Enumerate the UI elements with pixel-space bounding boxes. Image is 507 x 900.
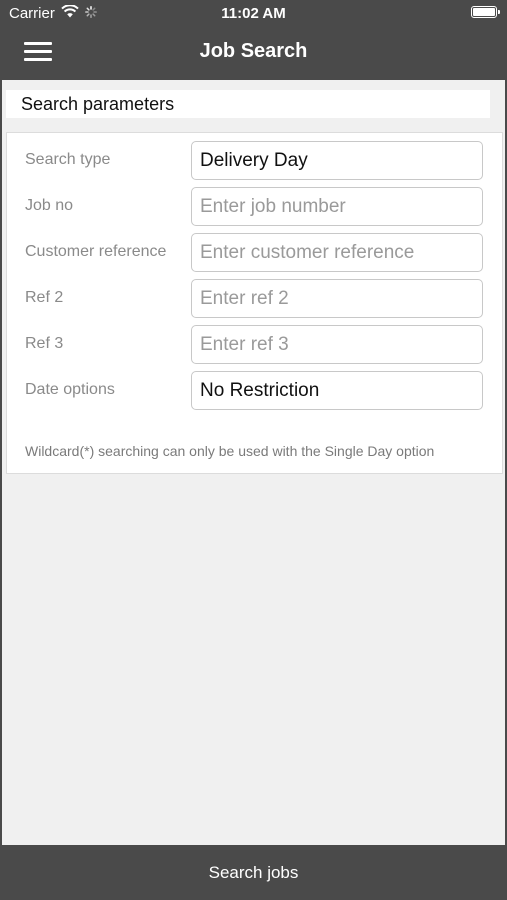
wildcard-note: Wildcard(*) searching can only be used w… (25, 443, 435, 459)
date-options-label: Date options (25, 381, 115, 398)
customer-reference-row: Customer reference (7, 233, 504, 273)
search-jobs-label: Search jobs (208, 863, 299, 882)
customer-reference-label: Customer reference (25, 243, 167, 260)
customer-reference-input[interactable] (191, 233, 483, 272)
ref2-input[interactable] (191, 279, 483, 318)
status-bar: Carrier 11:02 AM (0, 0, 507, 28)
search-type-label: Search type (25, 151, 111, 168)
section-title: Search parameters (21, 94, 175, 114)
ref3-label: Ref 3 (25, 335, 64, 352)
section-header: Search parameters (6, 90, 490, 118)
search-jobs-button[interactable]: Search jobs (0, 845, 507, 900)
date-options-select[interactable]: No Restriction (191, 371, 483, 410)
search-parameters-form: Search type Delivery Day Job no Customer… (6, 132, 503, 474)
job-search-screen: Carrier 11:02 AM Job Search Search param… (0, 0, 507, 900)
ref2-row: Ref 2 (7, 279, 504, 319)
date-options-row: Date options No Restriction (7, 371, 504, 411)
nav-bar: Job Search (0, 28, 507, 78)
search-type-select[interactable]: Delivery Day (191, 141, 483, 180)
ref3-input[interactable] (191, 325, 483, 364)
ref3-row: Ref 3 (7, 325, 504, 365)
search-type-row: Search type Delivery Day (7, 141, 504, 181)
main-content: Search parameters Search type Delivery D… (2, 80, 505, 845)
job-no-row: Job no (7, 187, 504, 227)
page-title: Job Search (199, 40, 308, 62)
status-time: 11:02 AM (221, 5, 286, 22)
job-no-label: Job no (25, 197, 74, 214)
ref2-label: Ref 2 (25, 289, 64, 306)
battery-icon (471, 6, 500, 18)
job-no-input[interactable] (191, 187, 483, 226)
